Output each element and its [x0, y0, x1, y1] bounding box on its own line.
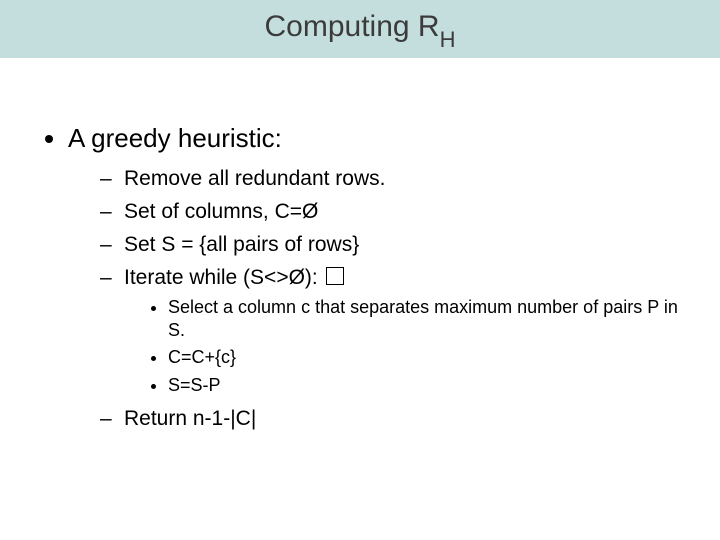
bullet-list-level-2: Remove all redundant rows. Set of column…	[68, 165, 680, 433]
slide-body: A greedy heuristic: Remove all redundant…	[0, 58, 720, 433]
bullet-list-level-3: Select a column c that separates maximum…	[124, 296, 680, 398]
title-main: Computing R	[265, 10, 440, 43]
list-item: Select a column c that separates maximum…	[168, 296, 680, 343]
title-bar: Computing RH	[0, 0, 720, 58]
lvl3-text: S=S-P	[168, 375, 221, 395]
lvl2-text: Set S = {all pairs of rows}	[124, 233, 359, 256]
list-item: Set S = {all pairs of rows}	[100, 231, 680, 258]
list-item: Return n-1-|C|	[100, 405, 680, 432]
lvl2-text: Iterate while (S<>Ø):	[124, 266, 324, 289]
placeholder-glyph-icon	[326, 267, 345, 286]
list-item: Remove all redundant rows.	[100, 165, 680, 192]
lvl2-text: Set of columns, C=Ø	[124, 200, 318, 223]
lvl1-text: A greedy heuristic:	[68, 123, 282, 153]
bullet-list-level-1: A greedy heuristic: Remove all redundant…	[40, 122, 680, 433]
slide-title: Computing RH	[265, 10, 456, 49]
title-subscript: H	[440, 27, 456, 52]
lvl3-text: C=C+{c}	[168, 347, 236, 367]
list-item: A greedy heuristic: Remove all redundant…	[68, 122, 680, 433]
lvl3-text: Select a column c that separates maximum…	[168, 297, 678, 340]
list-item: Iterate while (S<>Ø): Select a column c …	[100, 264, 680, 397]
list-item: S=S-P	[168, 374, 680, 397]
list-item: Set of columns, C=Ø	[100, 198, 680, 225]
lvl2-text: Return n-1-|C|	[124, 407, 256, 430]
list-item: C=C+{c}	[168, 346, 680, 369]
lvl2-text: Remove all redundant rows.	[124, 167, 385, 190]
